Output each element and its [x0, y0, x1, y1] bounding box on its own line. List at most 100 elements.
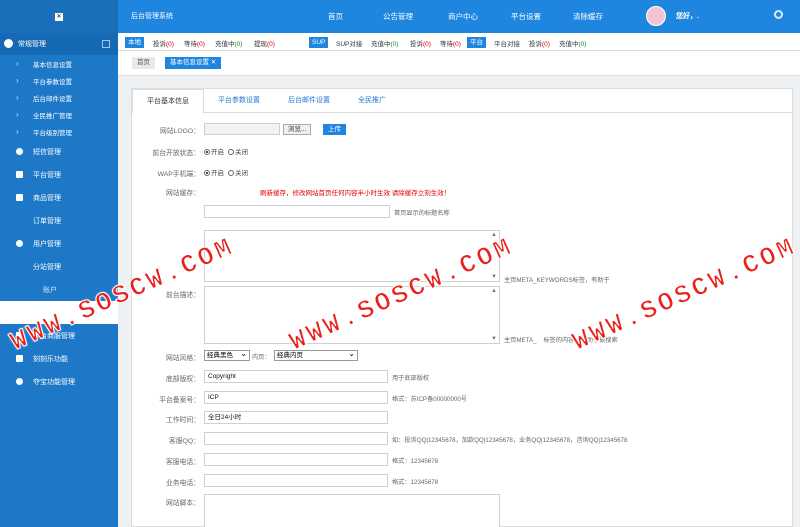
sidebar-subitem-mail[interactable]: 后台邮件设置: [0, 89, 118, 106]
sidebar-item-substations[interactable]: 分站管理: [0, 255, 118, 278]
location-icon: [16, 240, 23, 247]
radio-label: 开启: [211, 149, 224, 156]
stat-sup-complaints[interactable]: 投诉(0): [410, 38, 431, 48]
cache-notice: 刷新缓存，修改网站首页任何内容半小时生效 请除缓存立刻生效！: [260, 190, 451, 197]
nav-clear-cache[interactable]: 清除缓存: [573, 11, 603, 22]
keywords-hint: 主页META_KEYWORDS标签，有助于: [504, 277, 610, 284]
tab-params[interactable]: 平台参数设置: [204, 89, 274, 113]
sidebar-item-treasure[interactable]: 夺宝功能管理: [0, 370, 118, 393]
crumb-basic-info[interactable]: 基本信息设置 ✕: [165, 57, 222, 69]
sidebar-item-label: 分站管理: [33, 263, 61, 271]
inner-page-select[interactable]: 经典内页: [274, 349, 358, 361]
user-greeting[interactable]: 您好，.: [676, 11, 699, 21]
stat-platform-complaints[interactable]: 投诉(0): [529, 38, 550, 48]
stat-sup-recharging[interactable]: 充值中(0): [371, 38, 398, 48]
worktime-input[interactable]: 全日24小时: [204, 411, 388, 424]
tag-platform: 平台: [467, 37, 486, 48]
stat-value: (0): [578, 41, 587, 48]
radio-label: 关闭: [235, 170, 248, 177]
icp-input[interactable]: ICP: [204, 391, 388, 404]
tag-local: 本地: [125, 37, 144, 48]
stat-label: 投诉: [410, 41, 423, 48]
qq-input[interactable]: [204, 432, 388, 445]
copyright-label: 底部版权：: [166, 376, 200, 383]
style-select[interactable]: 经典黑色: [204, 349, 250, 361]
crumb-home[interactable]: 首页: [132, 57, 155, 69]
sidebar: ✕ 常规管理 基本信息设置 平台参数设置 后台邮件设置 全民推广管理 平台级别管…: [0, 0, 118, 527]
top-bar: 后台管理系统 首页 公告管理 商户中心 平台设置 清除缓存 您好，.: [118, 0, 800, 33]
frontend-off-radio[interactable]: 关闭: [228, 146, 248, 156]
sidebar-section-general[interactable]: 常规管理: [0, 33, 118, 55]
nav-announcements[interactable]: 公告管理: [383, 11, 413, 22]
tab-basic-info[interactable]: 平台基本信息: [132, 89, 204, 113]
gear-icon[interactable]: [774, 10, 783, 19]
tel-hint: 格式：12345678: [392, 458, 439, 465]
sidebar-item-label: 短信管理: [33, 148, 61, 156]
tab-mail[interactable]: 后台邮件设置: [274, 89, 344, 113]
frontend-on-radio[interactable]: 开启: [204, 146, 224, 156]
sidebar-item-label: 商品管理: [33, 194, 61, 202]
frontend-status-label: 前台开放状态：: [152, 150, 200, 157]
biz-tel-label: 业务电话：: [166, 480, 200, 487]
stat-local-withdraw[interactable]: 提现(0): [254, 38, 275, 48]
radio-unchecked-icon: [228, 170, 234, 177]
stat-platform-recharging[interactable]: 充值中(0): [559, 38, 586, 48]
scroll-down-icon[interactable]: ▼: [491, 274, 497, 280]
copyright-input[interactable]: Copyright: [204, 370, 388, 383]
sidebar-header: ✕: [0, 0, 118, 33]
stat-sup-waiting[interactable]: 等待(0): [440, 38, 461, 48]
biz-tel-input[interactable]: [204, 474, 388, 487]
avatar[interactable]: [646, 6, 666, 26]
stat-value: (0): [197, 41, 205, 48]
sidebar-subitem-basic-info[interactable]: 基本信息设置: [0, 55, 118, 72]
logo-file-input[interactable]: [204, 123, 280, 135]
upload-button[interactable]: 上传: [323, 124, 346, 135]
radio-checked-icon: [204, 149, 210, 156]
sidebar-item-sms[interactable]: 短信管理: [0, 140, 118, 163]
stat-local-recharging[interactable]: 充值中(0): [215, 38, 242, 48]
stat-local-complaints[interactable]: 投诉(0): [153, 38, 174, 48]
stat-platform-link[interactable]: 平台对接: [494, 38, 520, 48]
sidebar-item-label: 刻刻乐功能: [33, 355, 68, 363]
stat-local-waiting[interactable]: 等待(0): [184, 38, 205, 48]
scroll-up-icon[interactable]: ▲: [491, 288, 497, 294]
copyright-hint: 用于底部版权: [392, 375, 430, 382]
breadcrumb: 首页 基本信息设置 ✕: [118, 51, 800, 76]
logo-label: 网站LOGO：: [159, 128, 200, 135]
sidebar-subitem-promotion[interactable]: 全民推广管理: [0, 106, 118, 123]
site-title-input[interactable]: [204, 205, 390, 218]
stat-label: 投诉: [529, 41, 542, 48]
scroll-down-icon[interactable]: ▼: [491, 336, 497, 342]
collapse-icon[interactable]: [102, 40, 110, 48]
stat-sup-link[interactable]: SUP对接: [336, 38, 362, 48]
stat-value: (0): [423, 41, 431, 48]
wap-label: WAP手机端：: [157, 171, 200, 178]
sidebar-item-label: 订单管理: [33, 217, 61, 225]
wap-off-radio[interactable]: 关闭: [228, 167, 248, 177]
stat-value: (0): [166, 41, 174, 48]
nav-merchant-center[interactable]: 商户中心: [448, 11, 478, 22]
tel-input[interactable]: [204, 453, 388, 466]
nav-platform-settings[interactable]: 平台设置: [511, 11, 541, 22]
stat-label: 等待: [184, 41, 197, 48]
sidebar-subitem-params[interactable]: 平台参数设置: [0, 72, 118, 89]
sidebar-section-label: 常规管理: [18, 41, 46, 48]
sidebar-item-platform[interactable]: 平台管理: [0, 163, 118, 186]
settings-icon: [4, 39, 13, 48]
sidebar-item-label: 夺宝功能管理: [33, 378, 75, 386]
stat-value: (0): [267, 41, 275, 48]
sidebar-item-orders[interactable]: 订单管理: [0, 209, 118, 232]
sidebar-subitem-levels[interactable]: 平台级别管理: [0, 123, 118, 140]
wap-on-radio[interactable]: 开启: [204, 167, 224, 177]
stat-label: 充值中: [559, 41, 579, 48]
sidebar-item-users[interactable]: 用户管理: [0, 232, 118, 255]
stat-value: (0): [390, 41, 399, 48]
description-hint-start: 主页META_: [504, 337, 537, 344]
stat-value: (0): [542, 41, 550, 48]
browse-button[interactable]: 浏览...: [283, 124, 312, 135]
tab-promotion[interactable]: 全民推广: [344, 89, 400, 113]
sidebar-item-goods[interactable]: 商品管理: [0, 186, 118, 209]
gift-icon: [16, 194, 23, 201]
script-textarea[interactable]: [204, 494, 500, 527]
nav-home[interactable]: 首页: [328, 11, 343, 22]
